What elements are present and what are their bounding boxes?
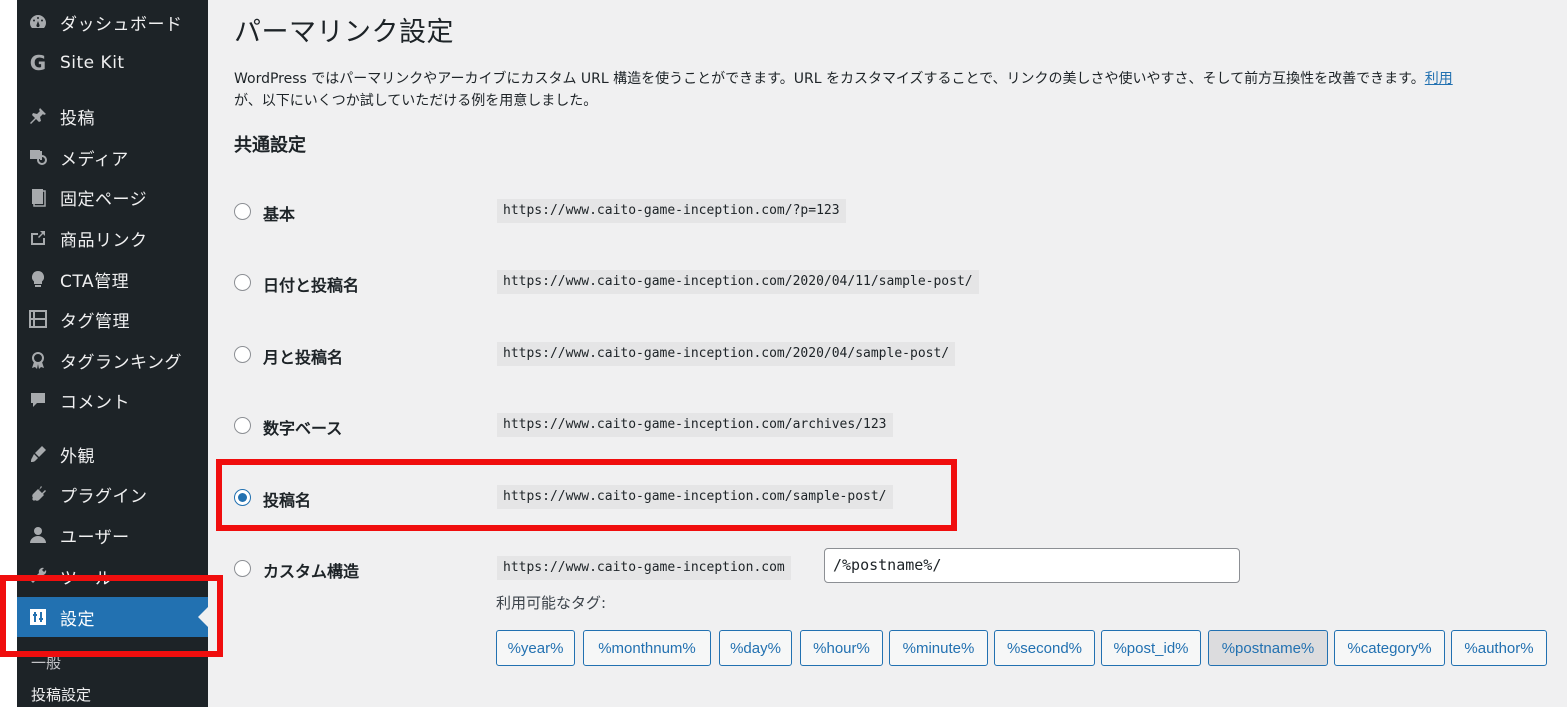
sidebar-item-label: ツール — [60, 568, 113, 589]
submenu-item-writing[interactable]: 投稿設定 — [31, 684, 91, 705]
sidebar-item-label: 固定ページ — [60, 189, 148, 210]
page-description: WordPress ではパーマリンクやアーカイブにカスタム URL 構造を使うこ… — [234, 68, 1567, 112]
example-url: https://www.caito-game-inception.com/sam… — [497, 485, 893, 509]
plugin-icon — [27, 483, 49, 505]
sidebar-item-label: CTA管理 — [60, 271, 130, 292]
main-content: パーマリンク設定 WordPress ではパーマリンクやアーカイブにカスタム U… — [208, 0, 1567, 707]
option-label[interactable]: カスタム構造 — [263, 558, 359, 582]
radio-plain[interactable] — [234, 203, 251, 220]
sidebar-item-appearance[interactable]: 外観 — [17, 434, 208, 474]
radio-day-name[interactable] — [234, 274, 251, 291]
option-label[interactable]: 投稿名 — [263, 487, 311, 511]
dashboard-icon — [27, 11, 49, 33]
page-title: パーマリンク設定 — [234, 17, 454, 48]
sidebar-item-label: Site Kit — [60, 53, 125, 73]
sidebar-item-label: 設定 — [60, 609, 95, 630]
media-icon — [27, 146, 49, 168]
radio-post-name[interactable] — [234, 489, 251, 506]
sidebar-item-settings[interactable]: 設定 — [17, 597, 208, 637]
comment-icon — [27, 389, 49, 411]
lightbulb-icon — [27, 268, 49, 290]
tag-button-minute[interactable]: %minute% — [889, 630, 988, 666]
sidebar-item-label: コメント — [60, 392, 130, 413]
radio-month-name[interactable] — [234, 346, 251, 363]
option-label[interactable]: 月と投稿名 — [263, 344, 343, 368]
sidebar-item-dashboard[interactable]: ダッシュボード — [17, 2, 208, 42]
admin-sidebar: ダッシュボード G Site Kit 投稿 メディア 固定ページ 商品リンク C… — [17, 0, 208, 707]
custom-structure-input[interactable]: /%postname%/ — [824, 548, 1240, 583]
description-text: WordPress ではパーマリンクやアーカイブにカスタム URL 構造を使うこ… — [234, 71, 1425, 87]
example-url: https://www.caito-game-inception.com/202… — [497, 342, 956, 366]
description-link[interactable]: 利用 — [1425, 71, 1453, 87]
sidebar-item-product-links[interactable]: 商品リンク — [17, 218, 208, 258]
sidebar-item-label: 商品リンク — [60, 230, 148, 251]
sidebar-item-posts[interactable]: 投稿 — [17, 96, 208, 136]
tag-button-postname[interactable]: %postname% — [1208, 630, 1328, 666]
tag-button-monthnum[interactable]: %monthnum% — [583, 630, 711, 666]
sidebar-item-plugins[interactable]: プラグイン — [17, 474, 208, 514]
option-label[interactable]: 基本 — [263, 201, 295, 225]
sidebar-item-label: ユーザー — [60, 527, 130, 548]
tag-button-category[interactable]: %category% — [1334, 630, 1445, 666]
sidebar-item-tag-manager[interactable]: タグ管理 — [17, 299, 208, 339]
description-text-2: が、以下にいくつか試していただける例を用意しました。 — [234, 93, 598, 109]
option-label[interactable]: 数字ベース — [263, 415, 342, 439]
tag-button-year[interactable]: %year% — [496, 630, 575, 666]
radio-custom[interactable] — [234, 560, 251, 577]
user-icon — [27, 524, 49, 546]
permalink-option-day-name: 日付と投稿名 https://www.caito-game-inception.… — [234, 269, 1534, 299]
tag-button-hour[interactable]: %hour% — [800, 630, 883, 666]
section-title: 共通設定 — [234, 135, 306, 156]
permalink-option-numeric: 数字ベース https://www.caito-game-inception.c… — [234, 412, 1534, 442]
sidebar-item-comments[interactable]: コメント — [17, 380, 208, 420]
sidebar-item-label: プラグイン — [60, 486, 148, 507]
sidebar-item-media[interactable]: メディア — [17, 137, 208, 177]
example-url: https://www.caito-game-inception.com/?p=… — [497, 199, 846, 223]
sidebar-item-label: ダッシュボード — [60, 14, 183, 35]
example-url: https://www.caito-game-inception.com/arc… — [497, 413, 893, 437]
award-icon — [27, 349, 49, 371]
permalink-option-plain: 基本 https://www.caito-game-inception.com/… — [234, 198, 1534, 228]
sidebar-item-label: タグ管理 — [60, 311, 130, 332]
available-tags-label: 利用可能なタグ: — [496, 594, 607, 612]
page-icon — [27, 186, 49, 208]
sidebar-item-cta[interactable]: CTA管理 — [17, 259, 208, 299]
option-label[interactable]: 日付と投稿名 — [263, 272, 359, 296]
sidebar-item-site-kit[interactable]: G Site Kit — [17, 43, 208, 83]
radio-numeric[interactable] — [234, 417, 251, 434]
tag-button-day[interactable]: %day% — [719, 630, 792, 666]
sidebar-item-label: 外観 — [60, 446, 95, 467]
tag-button-author[interactable]: %author% — [1451, 630, 1547, 666]
tag-button-post-id[interactable]: %post_id% — [1101, 630, 1201, 666]
permalink-option-post-name: 投稿名 https://www.caito-game-inception.com… — [234, 484, 1534, 514]
external-link-icon — [27, 227, 49, 249]
pin-icon — [27, 105, 49, 127]
site-kit-icon: G — [29, 51, 47, 75]
settings-icon — [27, 606, 49, 628]
sidebar-item-tag-ranking[interactable]: タグランキング — [17, 340, 208, 380]
sidebar-item-pages[interactable]: 固定ページ — [17, 177, 208, 217]
custom-base-url: https://www.caito-game-inception.com — [497, 556, 791, 580]
sidebar-item-tools[interactable]: ツール — [17, 556, 208, 596]
tag-manager-icon — [27, 308, 49, 330]
tag-button-second[interactable]: %second% — [994, 630, 1095, 666]
appearance-icon — [27, 443, 49, 465]
permalink-option-month-name: 月と投稿名 https://www.caito-game-inception.c… — [234, 341, 1534, 371]
sidebar-item-label: タグランキング — [60, 352, 182, 373]
sidebar-item-users[interactable]: ユーザー — [17, 515, 208, 555]
submenu-item-general[interactable]: 一般 — [31, 652, 61, 673]
example-url: https://www.caito-game-inception.com/202… — [497, 270, 979, 294]
tools-icon — [27, 565, 49, 587]
sidebar-item-label: メディア — [60, 149, 129, 170]
sidebar-item-label: 投稿 — [60, 108, 95, 129]
